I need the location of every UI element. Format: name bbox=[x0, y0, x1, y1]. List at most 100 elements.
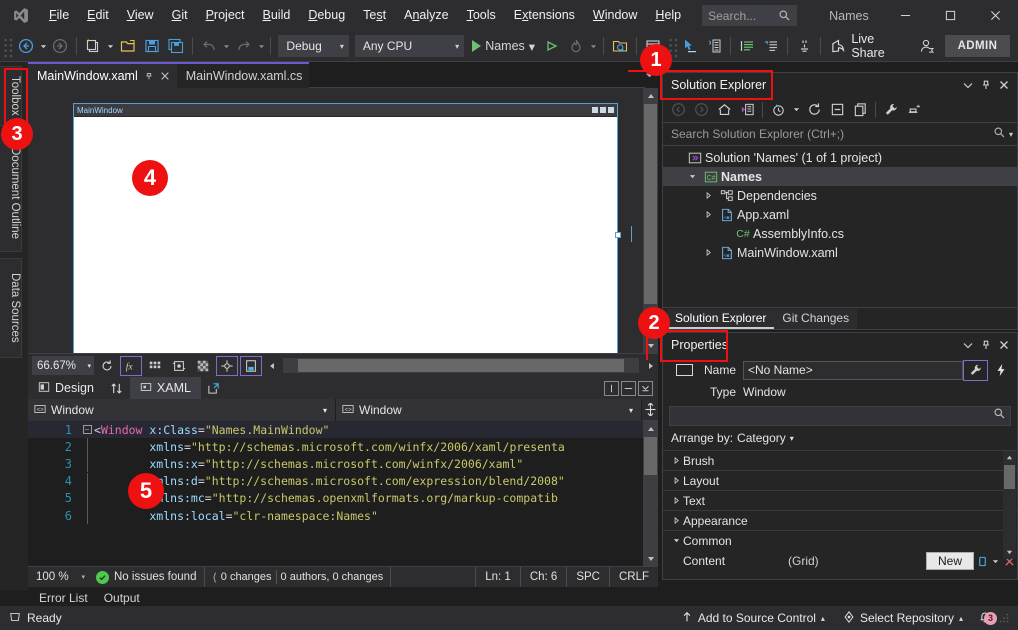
designer-scroll-thumb[interactable] bbox=[644, 104, 657, 304]
tab-solution-explorer[interactable]: Solution Explorer bbox=[667, 309, 774, 329]
designer-snap-icon[interactable] bbox=[216, 356, 238, 376]
binding-icon[interactable] bbox=[974, 556, 990, 567]
property-row-content[interactable]: Content(Grid)New bbox=[663, 550, 1017, 572]
line-ending-indicator[interactable]: CRLF bbox=[609, 567, 658, 588]
tree-item-mainwindow-xaml[interactable]: <■>MainWindow.xaml bbox=[663, 243, 1017, 262]
chevron-right-icon[interactable] bbox=[699, 249, 717, 256]
solution-search-icon[interactable] bbox=[608, 34, 632, 58]
arrange-by-control[interactable]: Arrange by: Category ▾ bbox=[663, 426, 1017, 450]
menu-tools[interactable]: Tools bbox=[458, 0, 505, 31]
chevron-right-icon[interactable] bbox=[699, 211, 717, 218]
designer-refresh-icon[interactable] bbox=[96, 356, 118, 376]
hscroll-left-icon[interactable] bbox=[264, 358, 279, 373]
back-icon[interactable] bbox=[667, 99, 689, 120]
designer-device-preview-icon[interactable] bbox=[240, 356, 262, 376]
maximize-button[interactable] bbox=[928, 0, 973, 31]
tab-design-view[interactable]: Design bbox=[28, 377, 104, 399]
solution-explorer-search-input[interactable]: Search Solution Explorer (Ctrl+;) ▾ bbox=[663, 123, 1017, 146]
member-selector-combo[interactable]: <> Window ▾ bbox=[336, 399, 642, 421]
menu-extensions[interactable]: Extensions bbox=[505, 0, 584, 31]
menu-project[interactable]: Project bbox=[197, 0, 254, 31]
collapse-region-icon[interactable]: − bbox=[80, 425, 94, 434]
start-without-debugging-icon[interactable] bbox=[540, 34, 564, 58]
show-all-files-icon[interactable] bbox=[849, 99, 871, 120]
panel-menu-icon[interactable] bbox=[959, 76, 977, 94]
column-indicator[interactable]: Ch: 6 bbox=[520, 567, 567, 588]
undo-icon[interactable] bbox=[197, 34, 221, 58]
designer-zoom-combo[interactable]: 66.67% ▾ bbox=[32, 356, 94, 375]
horizontal-split-icon[interactable] bbox=[621, 381, 636, 396]
solution-platform-combo[interactable]: Any CPU ▾ bbox=[355, 35, 464, 57]
menu-window[interactable]: Window bbox=[584, 0, 646, 31]
add-to-source-control-button[interactable]: Add to Source Control ▴ bbox=[672, 606, 834, 630]
close-panel-icon[interactable] bbox=[995, 76, 1013, 94]
code-line[interactable]: 1−<Window x:Class="Names.MainWindow" bbox=[28, 421, 658, 438]
designer-horizontal-scrollbar[interactable] bbox=[283, 358, 639, 373]
navigate-forward-icon[interactable] bbox=[48, 34, 72, 58]
uncomment-lines-icon[interactable] bbox=[759, 34, 783, 58]
line-spacing-icon[interactable] bbox=[792, 34, 816, 58]
pointer-select-icon[interactable] bbox=[678, 34, 702, 58]
comment-lines-icon[interactable] bbox=[735, 34, 759, 58]
pin-panel-icon[interactable] bbox=[977, 336, 995, 354]
resize-grip-icon[interactable] bbox=[998, 612, 1010, 624]
close-button[interactable] bbox=[973, 0, 1018, 31]
save-icon[interactable] bbox=[140, 34, 164, 58]
start-debugging-button[interactable]: Names ▾ bbox=[467, 34, 540, 58]
send-feedback-icon[interactable] bbox=[915, 34, 939, 58]
menu-git[interactable]: Git bbox=[163, 0, 197, 31]
close-tab-icon[interactable] bbox=[160, 71, 170, 81]
pending-changes-icon[interactable] bbox=[767, 99, 789, 120]
forward-icon[interactable] bbox=[690, 99, 712, 120]
redo-dropdown-icon[interactable] bbox=[256, 43, 267, 50]
chevron-down-icon[interactable] bbox=[683, 173, 701, 180]
designer-opacity-icon[interactable] bbox=[192, 356, 214, 376]
designer-fx-icon[interactable]: fx bbox=[120, 356, 142, 376]
menu-help[interactable]: Help bbox=[646, 0, 690, 31]
xaml-code-editor[interactable]: 1−<Window x:Class="Names.MainWindow"2 xm… bbox=[28, 421, 658, 566]
tab-error-list[interactable]: Error List bbox=[32, 589, 95, 607]
pin-panel-icon[interactable] bbox=[977, 76, 995, 94]
panel-menu-icon[interactable] bbox=[959, 336, 977, 354]
indent-block-icon[interactable] bbox=[702, 34, 726, 58]
sidebar-item-document-outline[interactable]: Document Outline bbox=[0, 134, 22, 252]
properties-scroll-thumb[interactable] bbox=[1004, 465, 1015, 489]
code-line[interactable]: 3 xmlns:x="http://schemas.microsoft.com/… bbox=[28, 455, 658, 472]
document-tab-mainwindow-xaml[interactable]: MainWindow.xaml bbox=[28, 62, 177, 88]
hscroll-right-icon[interactable] bbox=[643, 358, 658, 373]
undo-dropdown-icon[interactable] bbox=[221, 43, 232, 50]
designer-grid-icon[interactable] bbox=[144, 356, 166, 376]
scroll-down-icon[interactable] bbox=[1003, 546, 1016, 559]
save-all-icon[interactable] bbox=[164, 34, 188, 58]
line-indicator[interactable]: Ln: 1 bbox=[475, 567, 520, 588]
tab-xaml-view[interactable]: XAML bbox=[130, 377, 201, 399]
menu-view[interactable]: View bbox=[118, 0, 163, 31]
menu-debug[interactable]: Debug bbox=[299, 0, 354, 31]
selection-handle[interactable] bbox=[615, 232, 621, 238]
home-icon[interactable] bbox=[713, 99, 735, 120]
code-line[interactable]: 2 xmlns="http://schemas.microsoft.com/wi… bbox=[28, 438, 658, 455]
issues-indicator[interactable]: No issues found bbox=[88, 571, 204, 584]
minimize-button[interactable] bbox=[883, 0, 928, 31]
scroll-up-icon[interactable] bbox=[1003, 451, 1016, 464]
pop-out-icon[interactable] bbox=[201, 382, 227, 395]
tree-item-assemblyinfo-cs[interactable]: C#AssemblyInfo.cs bbox=[663, 224, 1017, 243]
redo-icon[interactable] bbox=[232, 34, 256, 58]
menu-edit[interactable]: Edit bbox=[78, 0, 118, 31]
code-line[interactable]: 4 xmlns:d="http://schemas.microsoft.com/… bbox=[28, 473, 658, 490]
vertical-split-icon[interactable] bbox=[604, 381, 619, 396]
hot-reload-icon[interactable] bbox=[564, 34, 588, 58]
properties-wrench-icon[interactable] bbox=[963, 360, 988, 381]
code-scroll-thumb[interactable] bbox=[644, 437, 657, 475]
scroll-up-icon[interactable] bbox=[643, 88, 658, 103]
design-preview-body[interactable] bbox=[74, 117, 617, 353]
toolbar-grip[interactable] bbox=[3, 36, 14, 56]
close-panel-icon[interactable] bbox=[995, 336, 1013, 354]
pending-changes-dropdown-icon[interactable] bbox=[790, 99, 802, 120]
designer-artboard-icon[interactable] bbox=[168, 356, 190, 376]
code-vertical-scrollbar[interactable] bbox=[643, 421, 658, 566]
name-input[interactable]: <No Name> bbox=[743, 361, 963, 380]
search-dropdown-icon[interactable]: ▾ bbox=[1006, 130, 1013, 139]
navigate-back-dropdown-icon[interactable] bbox=[38, 43, 49, 50]
property-category-common[interactable]: Common bbox=[663, 530, 1017, 550]
